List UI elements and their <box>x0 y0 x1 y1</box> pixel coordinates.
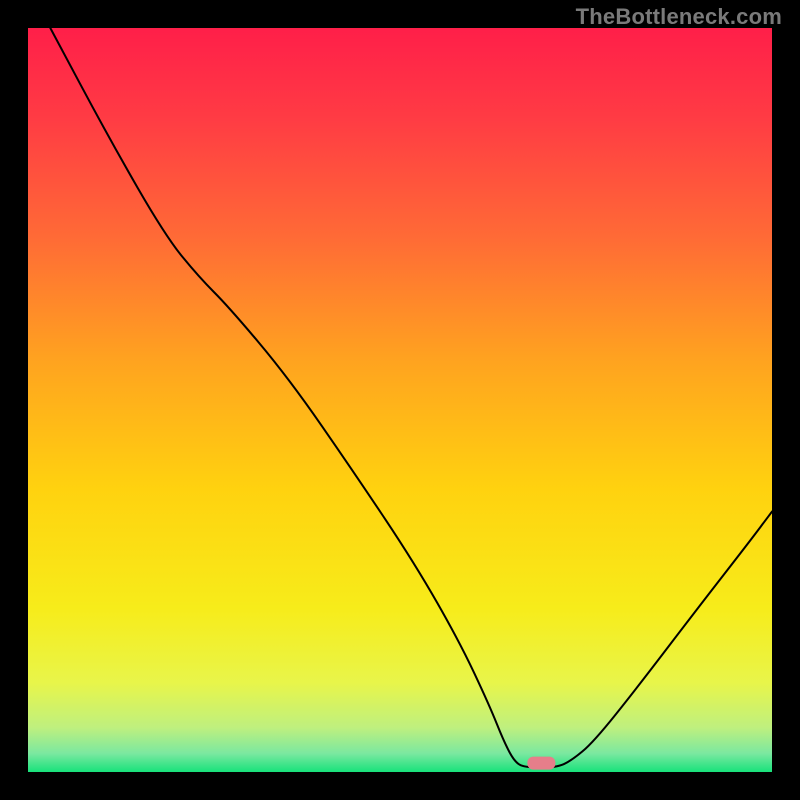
watermark-text: TheBottleneck.com <box>576 4 782 30</box>
optimal-marker <box>527 757 555 770</box>
chart-frame: TheBottleneck.com <box>0 0 800 800</box>
gradient-background <box>28 28 772 772</box>
bottleneck-chart <box>28 28 772 772</box>
chart-svg <box>28 28 772 772</box>
